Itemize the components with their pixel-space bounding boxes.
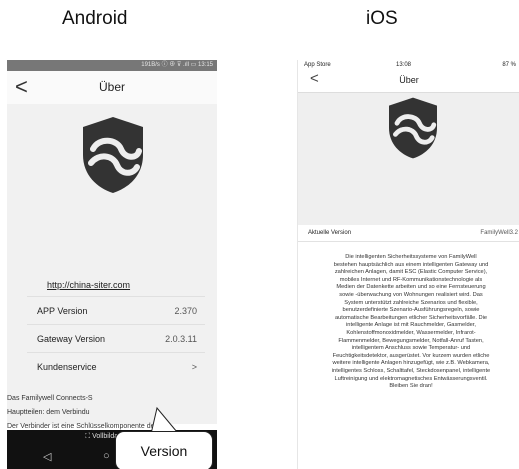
app-version-value: 2.370: [174, 306, 197, 316]
nav-back-icon[interactable]: ◁: [43, 450, 51, 463]
gateway-version-label: Gateway Version: [37, 334, 106, 344]
ios-status-bar: App Store 13:08 87 %: [298, 60, 519, 72]
description-line: Das Familywell Connects-S: [7, 395, 93, 402]
android-status-bar: 191B/s ⓘ ⊕ ⊽ .ıll ▭ 13:15: [7, 60, 217, 71]
status-time: 13:08: [396, 62, 412, 68]
current-version-value: FamilyWell3.2: [480, 230, 518, 236]
website-link[interactable]: http://china-siter.com: [47, 280, 130, 290]
ios-logo-area: [298, 93, 519, 225]
app-version-row: APP Version 2.370: [27, 296, 205, 325]
app-logo-shield-icon: [83, 117, 143, 193]
page-title: Über: [399, 75, 419, 85]
page-title: Über: [98, 80, 125, 94]
nav-home-icon[interactable]: ○: [103, 450, 110, 462]
android-screen: 191B/s ⓘ ⊕ ⊽ .ıll ▭ 13:15 < Über http://…: [7, 60, 217, 469]
ios-description: Die intelligenten Sicherheitssysteme von…: [331, 254, 491, 390]
status-carrier: App Store: [304, 62, 331, 68]
app-logo-shield-icon: [389, 97, 437, 159]
ios-heading: iOS: [366, 8, 398, 29]
android-nav-bar: < Über: [7, 71, 217, 105]
callout-label: Version: [140, 443, 188, 459]
customer-service-row[interactable]: Kundenservice >: [27, 352, 205, 381]
gateway-version-value: 2.0.3.11: [165, 334, 197, 344]
current-version-row: Aktuelle Version FamilyWell3.2: [298, 227, 519, 242]
gateway-version-row: Gateway Version 2.0.3.11: [27, 324, 205, 353]
customer-service-label: Kundenservice: [37, 362, 97, 372]
android-heading: Android: [62, 8, 128, 29]
current-version-label: Aktuelle Version: [308, 230, 352, 236]
status-battery: 87 %: [502, 62, 516, 68]
app-version-label: APP Version: [37, 306, 88, 316]
ios-screen: App Store 13:08 87 % < Über Aktuelle Ver…: [297, 60, 519, 469]
chevron-right-icon: >: [191, 362, 197, 372]
version-callout: Version: [115, 431, 213, 469]
ios-nav-bar: < Über: [298, 70, 519, 93]
